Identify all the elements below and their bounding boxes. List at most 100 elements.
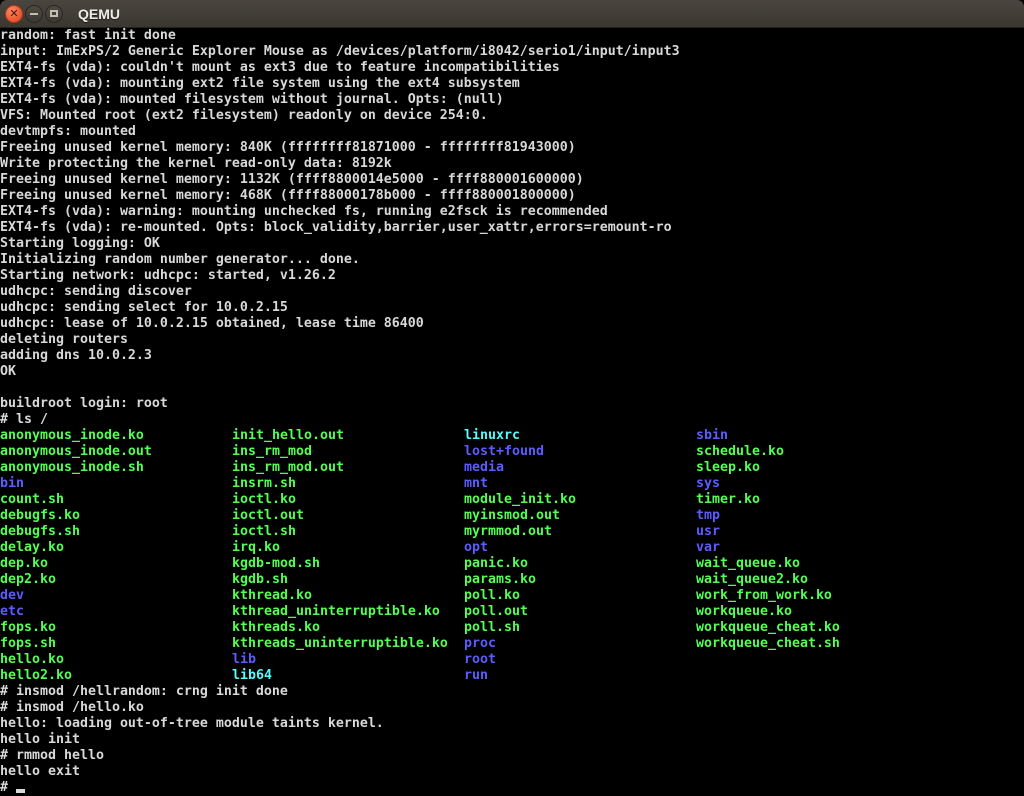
file-entry: ioctl.sh (232, 524, 464, 540)
terminal-text: Freeing unused kernel memory: 468K (ffff… (0, 188, 576, 203)
terminal-line: udhcpc: sending select for 10.0.2.15 (0, 300, 1024, 316)
file-entry: myinsmod.out (464, 508, 696, 524)
terminal-text: udhcpc: lease of 10.0.2.15 obtained, lea… (0, 316, 424, 331)
file-entry: schedule.ko (696, 444, 928, 460)
terminal-line: VFS: Mounted root (ext2 filesystem) read… (0, 108, 1024, 124)
ls-output-row: delay.koirq.kooptvar (0, 540, 1024, 556)
close-icon: ✕ (9, 8, 18, 19)
window-controls: ✕ (5, 5, 63, 23)
ls-output-row: debugfs.shioctl.shmyrmmod.outusr (0, 524, 1024, 540)
file-entry: kgdb.sh (232, 572, 464, 588)
close-button[interactable]: ✕ (5, 5, 23, 23)
file-entry: mnt (464, 476, 696, 492)
file-entry: ioctl.out (232, 508, 464, 524)
file-entry: lost+found (464, 444, 696, 460)
file-entry: workqueue_cheat.sh (696, 636, 928, 652)
terminal-text: EXT4-fs (vda): warning: mounting uncheck… (0, 204, 608, 219)
file-entry: debugfs.sh (0, 524, 232, 540)
file-entry: wait_queue2.ko (696, 572, 928, 588)
file-entry: anonymous_inode.out (0, 444, 232, 460)
window-title: QEMU (78, 6, 120, 22)
terminal-line: devtmpfs: mounted (0, 124, 1024, 140)
minimize-icon (30, 13, 38, 15)
terminal-cursor (16, 789, 25, 793)
file-entry: fops.ko (0, 620, 232, 636)
terminal-line: EXT4-fs (vda): re-mounted. Opts: block_v… (0, 220, 1024, 236)
file-entry: kthreads.ko (232, 620, 464, 636)
ls-output-row: dep.kokgdb-mod.shpanic.kowait_queue.ko (0, 556, 1024, 572)
file-entry: etc (0, 604, 232, 620)
ls-output-row: debugfs.koioctl.outmyinsmod.outtmp (0, 508, 1024, 524)
terminal-line: EXT4-fs (vda): warning: mounting uncheck… (0, 204, 1024, 220)
file-entry: anonymous_inode.sh (0, 460, 232, 476)
terminal-line: Freeing unused kernel memory: 468K (ffff… (0, 188, 1024, 204)
file-entry: tmp (696, 508, 928, 524)
file-entry: workqueue_cheat.ko (696, 620, 928, 636)
file-entry: opt (464, 540, 696, 556)
file-entry: poll.sh (464, 620, 696, 636)
terminal-line: Starting logging: OK (0, 236, 1024, 252)
terminal-line: input: ImExPS/2 Generic Explorer Mouse a… (0, 44, 1024, 60)
terminal-line: udhcpc: sending discover (0, 284, 1024, 300)
terminal-screen[interactable]: random: fast init doneinput: ImExPS/2 Ge… (0, 28, 1024, 796)
minimize-button[interactable] (25, 5, 43, 23)
file-entry: proc (464, 636, 696, 652)
terminal-text: udhcpc: sending select for 10.0.2.15 (0, 300, 288, 315)
file-entry: init_hello.out (232, 428, 464, 444)
file-entry: hello2.ko (0, 668, 232, 684)
terminal-text: buildroot login: root (0, 396, 168, 411)
file-entry: anonymous_inode.ko (0, 428, 232, 444)
terminal-text: OK (0, 364, 16, 379)
ls-output-row: fops.shkthreads_uninterruptible.koprocwo… (0, 636, 1024, 652)
terminal-text: input: ImExPS/2 Generic Explorer Mouse a… (0, 44, 680, 59)
titlebar[interactable]: ✕ QEMU (0, 0, 1024, 28)
terminal-text: # insmod /hello.ko (0, 700, 144, 715)
ls-output-row: bininsrm.shmntsys (0, 476, 1024, 492)
file-entry: kgdb-mod.sh (232, 556, 464, 572)
file-entry: fops.sh (0, 636, 232, 652)
file-entry: work_from_work.ko (696, 588, 928, 604)
terminal-line: # ls / (0, 412, 1024, 428)
file-entry: poll.ko (464, 588, 696, 604)
terminal-line: # rmmod hello (0, 748, 1024, 764)
file-entry: params.ko (464, 572, 696, 588)
maximize-icon (50, 10, 58, 17)
file-entry: dev (0, 588, 232, 604)
ls-output-row: anonymous_inode.koinit_hello.outlinuxrcs… (0, 428, 1024, 444)
file-entry: debugfs.ko (0, 508, 232, 524)
ls-output-row: hello2.kolib64run (0, 668, 1024, 684)
terminal-text: deleting routers (0, 332, 128, 347)
file-entry: poll.out (464, 604, 696, 620)
terminal-text: Freeing unused kernel memory: 840K (ffff… (0, 140, 576, 155)
terminal-line: EXT4-fs (vda): mounting ext2 file system… (0, 76, 1024, 92)
file-entry: lib64 (232, 668, 464, 684)
ls-output-row: anonymous_inode.outins_rm_modlost+founds… (0, 444, 1024, 460)
file-entry: count.sh (0, 492, 232, 508)
file-entry: myrmmod.out (464, 524, 696, 540)
file-entry: kthreads_uninterruptible.ko (232, 636, 464, 652)
file-entry: ins_rm_mod (232, 444, 464, 460)
file-entry: run (464, 668, 696, 684)
file-entry: insrm.sh (232, 476, 464, 492)
ls-output-row: fops.kokthreads.kopoll.shworkqueue_cheat… (0, 620, 1024, 636)
file-entry: panic.ko (464, 556, 696, 572)
maximize-button[interactable] (45, 5, 63, 23)
terminal-line: hello: loading out-of-tree module taints… (0, 716, 1024, 732)
terminal-line: Write protecting the kernel read-only da… (0, 156, 1024, 172)
file-entry: linuxrc (464, 428, 696, 444)
terminal-line: OK (0, 364, 1024, 380)
file-entry: sbin (696, 428, 928, 444)
file-entry: sys (696, 476, 928, 492)
file-entry: irq.ko (232, 540, 464, 556)
terminal-line: EXT4-fs (vda): couldn't mount as ext3 du… (0, 60, 1024, 76)
file-entry: wait_queue.ko (696, 556, 928, 572)
terminal-text: EXT4-fs (vda): re-mounted. Opts: block_v… (0, 220, 672, 235)
file-entry: workqueue.ko (696, 604, 928, 620)
file-entry: sleep.ko (696, 460, 928, 476)
terminal-text: EXT4-fs (vda): mounted filesystem withou… (0, 92, 504, 107)
file-entry: hello.ko (0, 652, 232, 668)
terminal-text: EXT4-fs (vda): couldn't mount as ext3 du… (0, 60, 560, 75)
terminal-text: # (0, 780, 16, 795)
ls-output-row: anonymous_inode.shins_rm_mod.outmediasle… (0, 460, 1024, 476)
file-entry: var (696, 540, 928, 556)
